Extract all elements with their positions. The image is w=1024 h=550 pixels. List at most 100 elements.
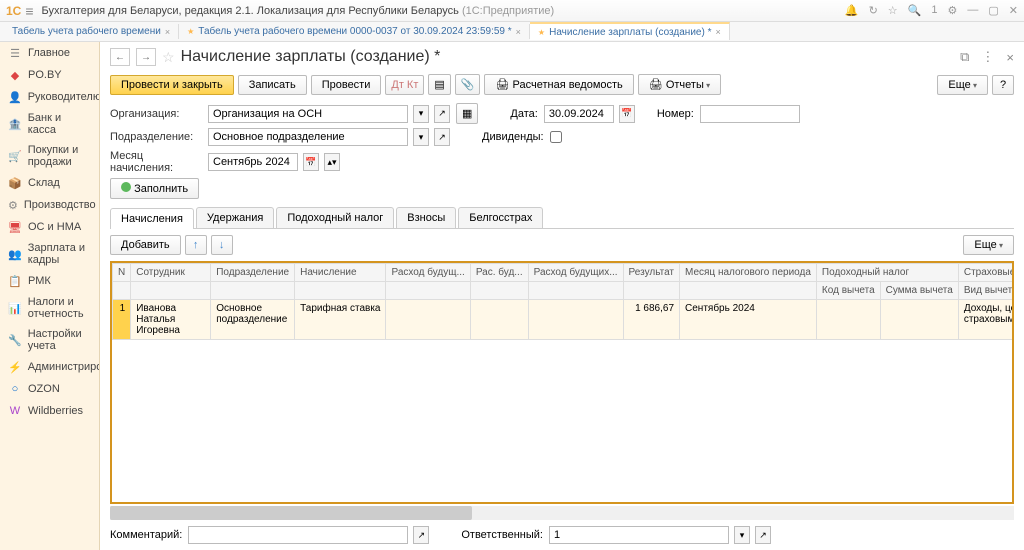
dividends-checkbox[interactable] xyxy=(550,131,562,143)
back-button[interactable]: ← xyxy=(110,48,130,66)
column-subheader[interactable]: Код вычета xyxy=(816,282,880,300)
user-badge[interactable]: 1 xyxy=(931,4,937,17)
column-header[interactable]: Расход будущ... xyxy=(386,264,470,282)
column-header[interactable]: Месяц налогового периода xyxy=(680,264,817,282)
column-subheader[interactable]: Сумма вычета xyxy=(880,282,958,300)
close-page-icon[interactable]: × xyxy=(1006,50,1014,65)
maximize-icon[interactable]: ▢ xyxy=(988,4,998,17)
settings-icon[interactable]: ⚙ xyxy=(948,4,958,17)
comment-field[interactable] xyxy=(188,526,408,544)
add-row-button[interactable]: Добавить xyxy=(110,235,181,255)
move-up-button[interactable]: ↑ xyxy=(185,235,207,255)
select-icon[interactable]: ▾ xyxy=(413,128,429,146)
sidebar-item[interactable]: WWildberries xyxy=(0,400,99,422)
detail-tab[interactable]: Белгосстрах xyxy=(458,207,543,228)
column-subheader[interactable] xyxy=(295,282,386,300)
search-icon[interactable]: 🔍 xyxy=(908,4,922,17)
detail-tab[interactable]: Начисления xyxy=(110,208,194,229)
date-field[interactable] xyxy=(544,105,614,123)
structure-button[interactable]: ▤ xyxy=(428,74,450,95)
minimize-icon[interactable]: — xyxy=(967,4,978,17)
open-icon[interactable]: ↗ xyxy=(434,128,450,146)
detail-tab[interactable]: Подоходный налог xyxy=(276,207,394,228)
sidebar-item[interactable]: ☰Главное xyxy=(0,42,99,64)
sidebar-item[interactable]: 🔧Настройки учета xyxy=(0,324,99,356)
sidebar-item[interactable]: 👤Руководителю xyxy=(0,86,99,108)
tab-close-icon[interactable]: × xyxy=(165,27,170,37)
column-subheader[interactable]: Вид вычета xyxy=(958,282,1012,300)
detail-tab[interactable]: Удержания xyxy=(196,207,274,228)
table-more-button[interactable]: Еще xyxy=(963,235,1014,255)
sidebar-item[interactable]: 🏦Банк и касса xyxy=(0,108,99,140)
payroll-sheet-button[interactable]: 🖨 Расчетная ведомость xyxy=(484,74,633,95)
post-button[interactable]: Провести xyxy=(311,75,382,95)
column-header[interactable]: Рас. буд... xyxy=(470,264,528,282)
tab-timesheet-1[interactable]: Табель учета рабочего времени× xyxy=(4,24,179,39)
open-icon[interactable]: ↗ xyxy=(413,526,429,544)
responsible-field[interactable] xyxy=(549,526,729,544)
favorite-icon[interactable]: ☆ xyxy=(162,49,175,66)
sidebar-item[interactable]: ⚙Производство xyxy=(0,194,99,216)
move-down-button[interactable]: ↓ xyxy=(211,235,233,255)
horizontal-scrollbar[interactable] xyxy=(110,506,1014,520)
tab-payroll[interactable]: ★Начисление зарплаты (создание) *× xyxy=(530,22,730,40)
close-icon[interactable]: ✕ xyxy=(1009,4,1018,17)
column-header[interactable]: Сотрудник xyxy=(131,264,211,282)
bell-icon[interactable]: 🔔 xyxy=(845,4,859,17)
sidebar-item[interactable]: ◆PO.BY xyxy=(0,64,99,86)
select-icon[interactable]: ▾ xyxy=(413,105,429,123)
help-button[interactable]: ? xyxy=(992,75,1014,95)
column-subheader[interactable] xyxy=(470,282,528,300)
open-window-icon[interactable]: ⧉ xyxy=(960,49,969,65)
column-subheader[interactable] xyxy=(623,282,679,300)
organization-field[interactable] xyxy=(208,105,408,123)
column-subheader[interactable] xyxy=(113,282,131,300)
history-icon[interactable]: ↻ xyxy=(869,4,878,17)
sidebar-item[interactable]: 🖥ОС и НМА xyxy=(0,216,99,238)
fill-button[interactable]: Заполнить xyxy=(110,178,199,199)
column-subheader[interactable] xyxy=(211,282,295,300)
options-icon[interactable]: ⋮ xyxy=(981,49,994,65)
column-subheader[interactable] xyxy=(528,282,623,300)
more-button[interactable]: Еще xyxy=(937,75,988,95)
column-header[interactable]: Подразделение xyxy=(211,264,295,282)
sidebar-item[interactable]: ○OZON xyxy=(0,378,99,400)
dt-kt-button[interactable]: Дт Кт xyxy=(385,75,424,95)
sidebar-item[interactable]: ⚡Администрирование xyxy=(0,356,99,378)
column-subheader[interactable] xyxy=(680,282,817,300)
star-icon[interactable]: ☆ xyxy=(888,4,898,17)
sidebar-item[interactable]: 📦Склад xyxy=(0,172,99,194)
month-field[interactable] xyxy=(208,153,298,171)
sidebar-item[interactable]: 📋РМК xyxy=(0,270,99,292)
post-and-close-button[interactable]: Провести и закрыть xyxy=(110,75,234,95)
stepper-icon[interactable]: ▴▾ xyxy=(324,153,340,171)
menu-icon[interactable]: ≡ xyxy=(25,3,33,19)
tab-close-icon[interactable]: × xyxy=(516,27,521,37)
calendar-icon[interactable]: 📅 xyxy=(303,153,319,171)
column-subheader[interactable] xyxy=(386,282,470,300)
open-icon[interactable]: ↗ xyxy=(755,526,771,544)
org-extra-button[interactable]: ▦ xyxy=(456,103,478,124)
sidebar-item[interactable]: 👥Зарплата и кадры xyxy=(0,238,99,270)
sidebar-item[interactable]: 🛒Покупки и продажи xyxy=(0,140,99,172)
table-row[interactable]: 1 Иванова Наталья Игоревна Основное подр… xyxy=(113,300,1013,340)
column-header[interactable]: Подоходный налог xyxy=(816,264,958,282)
column-header[interactable]: Расход будущих... xyxy=(528,264,623,282)
tab-timesheet-2[interactable]: ★Табель учета рабочего времени 0000-0037… xyxy=(179,24,530,39)
attach-button[interactable]: 📎 xyxy=(455,74,481,95)
column-header[interactable]: N xyxy=(113,264,131,282)
forward-button[interactable]: → xyxy=(136,48,156,66)
column-header[interactable]: Начисление xyxy=(295,264,386,282)
department-field[interactable] xyxy=(208,128,408,146)
column-subheader[interactable] xyxy=(131,282,211,300)
select-icon[interactable]: ▾ xyxy=(734,526,750,544)
reports-dropdown[interactable]: 🖨 Отчеты xyxy=(638,74,721,95)
column-header[interactable]: Результат xyxy=(623,264,679,282)
tab-close-icon[interactable]: × xyxy=(715,27,720,37)
detail-tab[interactable]: Взносы xyxy=(396,207,456,228)
calendar-icon[interactable]: 📅 xyxy=(619,105,635,123)
column-header[interactable]: Страховые взносы xyxy=(958,264,1012,282)
sidebar-item[interactable]: 📊Налоги и отчетность xyxy=(0,292,99,324)
number-field[interactable] xyxy=(700,105,800,123)
open-icon[interactable]: ↗ xyxy=(434,105,450,123)
